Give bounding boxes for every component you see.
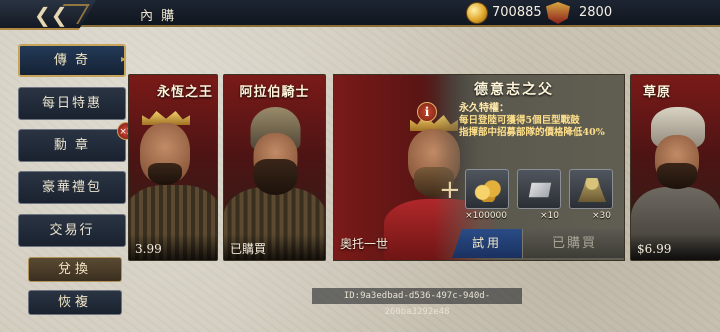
price-label: 3.99: [129, 234, 217, 260]
item-count: ×100000: [465, 211, 507, 221]
price-label: $6.99: [631, 234, 720, 260]
sidebar-item-daily-deals[interactable]: 每日特惠: [18, 87, 126, 120]
sidebar-item-medals[interactable]: 勳 章: [18, 129, 126, 162]
chevron-right-icon: ▸: [121, 54, 127, 65]
hero-card-arab-knight[interactable]: 阿拉伯騎士 已購買: [223, 74, 326, 261]
sidebar-item-trading-post[interactable]: 交易行: [18, 214, 126, 247]
reward-item-troops[interactable]: ×30: [569, 169, 613, 221]
featured-hero-card: 德意志之父 i 永久特權： 每日登陸可獲得5個巨型戰鼓 指揮部中招募部隊的價格降…: [333, 74, 625, 261]
sidebar-item-deluxe-packs[interactable]: 豪華禮包: [18, 171, 126, 204]
sidebar-item-label: 每日特惠: [41, 96, 102, 111]
sidebar-item-label: 傳 奇: [53, 53, 91, 68]
restore-button[interactable]: 恢複: [28, 290, 122, 315]
soldier-unit-icon: [578, 178, 606, 202]
top-bar: ❮❮ 內 購 700885 2800: [0, 0, 720, 30]
sidebar-item-label: 勳 章: [53, 138, 91, 153]
account-id-label: ID:9a3edbad-d536-497c-940d-260ba3292e48: [312, 288, 522, 317]
gold-pile-icon: [474, 178, 502, 202]
purchased-button[interactable]: 已購買: [522, 229, 624, 258]
page-title: 內 購: [140, 9, 177, 24]
hero-name: 奧托一世: [340, 237, 389, 251]
hero-card-steppe[interactable]: 草原 $6.99: [630, 74, 720, 261]
plus-icon: +: [439, 175, 461, 205]
perk-line: 指揮部中招募部隊的價格降低40%: [459, 127, 605, 138]
hero-name: 阿拉伯騎士: [239, 85, 310, 100]
purchased-label: 已購買: [224, 234, 325, 260]
item-count: ×10: [540, 211, 559, 221]
gem-amount: 2800: [579, 5, 613, 20]
sidebar-item-label: 豪華禮包: [41, 180, 102, 195]
info-icon[interactable]: i: [417, 102, 437, 122]
hero-name: 草原: [643, 85, 672, 100]
reward-item-iron[interactable]: ×10: [517, 169, 561, 221]
exchange-button[interactable]: 兌換: [28, 257, 122, 282]
back-button[interactable]: ❮❮: [0, 0, 96, 30]
iron-ingot-icon: [528, 182, 552, 198]
reward-item-gold[interactable]: ×100000: [465, 169, 509, 221]
crest-icon: [546, 2, 570, 24]
gold-amount: 700885: [492, 5, 542, 20]
gold-coin-icon: [467, 3, 487, 23]
feature-hero-title: 德意志之父: [474, 82, 554, 98]
sidebar-item-label: 交易行: [49, 223, 95, 238]
hero-card-eternal-king[interactable]: 永恆之王 3.99: [128, 74, 218, 261]
sidebar-item-legend[interactable]: 傳 奇: [18, 44, 126, 77]
item-count: ×30: [592, 211, 611, 221]
hero-name: 永恆之王: [156, 85, 213, 100]
trial-button[interactable]: 試用: [452, 229, 522, 258]
